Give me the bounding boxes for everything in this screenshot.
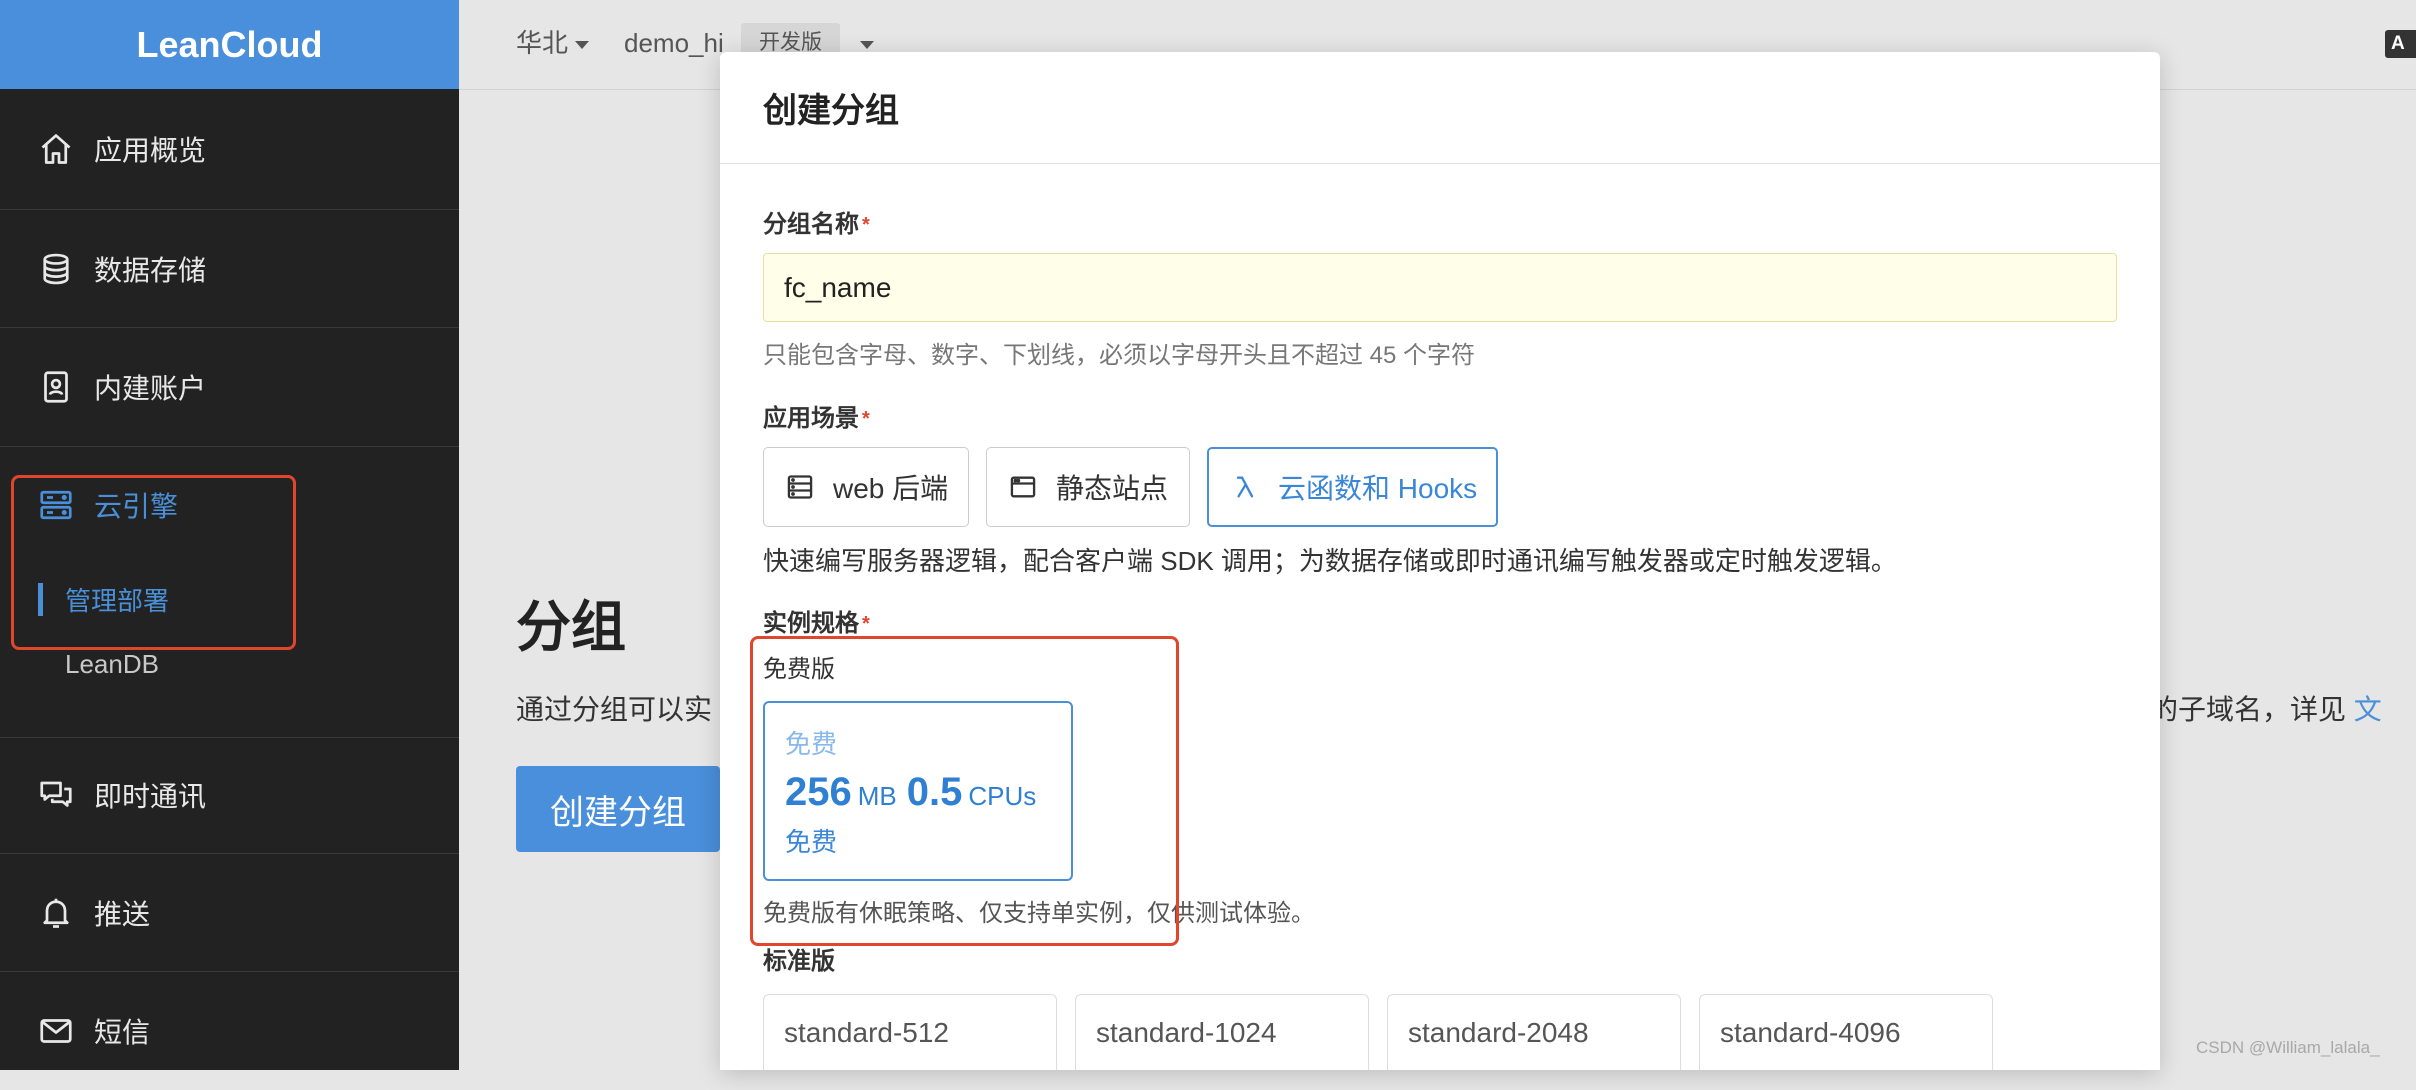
language-badge[interactable]: A bbox=[2385, 30, 2416, 58]
group-name-input[interactable] bbox=[763, 253, 2117, 322]
memory-value: 256 bbox=[785, 770, 852, 814]
standard-instance-card[interactable]: standard-1024 bbox=[1075, 994, 1369, 1070]
sidebar-item-sms[interactable]: 短信 bbox=[0, 972, 459, 1090]
home-icon bbox=[38, 131, 74, 167]
sidebar-item-label: 数据存储 bbox=[94, 254, 207, 286]
server-rack-icon bbox=[787, 475, 813, 499]
instance-name: 免费 bbox=[785, 729, 838, 759]
standard-instance-card[interactable]: standard-512 bbox=[763, 994, 1057, 1070]
sidebar-item-label: 内建账户 bbox=[94, 373, 207, 404]
required-mark: * bbox=[862, 408, 870, 430]
free-instance-card[interactable]: 免费 256 MB 0.5 CPUs 免费 bbox=[763, 701, 1073, 881]
sidebar: LeanCloud 应用概览 数据存储 内建账户 云引擎 管理部署 LeanDB bbox=[0, 0, 459, 1070]
chevron-down-icon[interactable] bbox=[575, 41, 589, 49]
contact-card-icon bbox=[38, 369, 74, 405]
option-label: 云函数和 Hooks bbox=[1278, 473, 1478, 504]
scenario-web-backend[interactable]: web 后端 bbox=[763, 447, 969, 527]
active-indicator bbox=[38, 583, 43, 616]
sidebar-item-accounts[interactable]: 内建账户 bbox=[0, 328, 459, 447]
sidebar-item-push[interactable]: 推送 bbox=[0, 854, 459, 972]
memory-unit: MB bbox=[857, 781, 897, 811]
dialog-body: 分组名称* 只能包含字母、数字、下划线，必须以字母开头且不超过 45 个字符 应… bbox=[720, 164, 2160, 1070]
scenario-description: 快速编写服务器逻辑，配合客户端 SDK 调用；为数据存储或即时通讯编写触发器或定… bbox=[763, 546, 1897, 576]
free-tier-heading: 免费版 bbox=[763, 656, 835, 683]
sidebar-group-engine: 云引擎 管理部署 LeanDB bbox=[0, 447, 459, 738]
scenario-options: web 后端 静态站点 云函数和 Hooks bbox=[763, 447, 2117, 527]
instance-spec: 256 MB 0.5 CPUs bbox=[785, 767, 1046, 826]
sidebar-item-label: 推送 bbox=[94, 898, 151, 930]
sidebar-item-label: 应用概览 bbox=[94, 135, 207, 166]
page-description: 通过分组可以实 bbox=[516, 694, 713, 725]
app-selector[interactable]: demo_hi bbox=[624, 27, 724, 59]
sidebar-item-storage[interactable]: 数据存储 bbox=[0, 210, 459, 328]
create-group-button[interactable]: 创建分组 bbox=[516, 766, 720, 852]
sidebar-subitem-deploy[interactable]: 管理部署 bbox=[65, 581, 169, 617]
database-icon bbox=[38, 251, 74, 287]
page-title: 分组 bbox=[516, 596, 627, 658]
dialog-title: 创建分组 bbox=[720, 52, 2160, 164]
bell-icon bbox=[38, 895, 74, 931]
logo[interactable]: LeanCloud bbox=[0, 0, 459, 89]
label-text: 分组名称 bbox=[763, 211, 859, 238]
browser-window-icon bbox=[1010, 476, 1036, 498]
sidebar-item-im[interactable]: 即时通讯 bbox=[0, 737, 459, 854]
group-name-label: 分组名称 * bbox=[763, 209, 2117, 241]
standard-instance-cards: standard-512 standard-1024 standard-2048… bbox=[763, 994, 2117, 1070]
watermark: CSDN @William_lalala_ bbox=[2196, 1038, 2380, 1057]
sidebar-item-label: 即时通讯 bbox=[94, 781, 207, 812]
chevron-down-icon[interactable] bbox=[860, 41, 874, 49]
sidebar-item-label: 短信 bbox=[94, 1017, 151, 1048]
sidebar-item-label: 云引擎 bbox=[94, 491, 179, 522]
mail-icon bbox=[38, 1013, 74, 1049]
cpu-value: 0.5 bbox=[906, 770, 963, 814]
free-tier-note: 免费版有休眠策略、仅支持单实例，仅供测试体验。 bbox=[763, 900, 1315, 927]
create-group-dialog: 创建分组 分组名称* 只能包含字母、数字、下划线，必须以字母开头且不超过 45 … bbox=[720, 52, 2160, 1070]
standard-instance-card[interactable]: standard-4096 bbox=[1699, 994, 1993, 1070]
sidebar-subitem-leandb[interactable]: LeanDB bbox=[65, 646, 159, 682]
option-label: 静态站点 bbox=[1056, 473, 1169, 504]
required-mark: * bbox=[862, 613, 870, 635]
page-description-text: 的子域名，详见 bbox=[2150, 694, 2354, 725]
scenario-static-site[interactable]: 静态站点 bbox=[986, 447, 1190, 527]
scenario-cloud-functions[interactable]: 云函数和 Hooks bbox=[1207, 447, 1498, 527]
required-mark: * bbox=[862, 214, 870, 236]
server-icon bbox=[38, 487, 74, 523]
standard-instance-card[interactable]: standard-2048 bbox=[1387, 994, 1681, 1070]
page-description-tail: 的子域名，详见 文 bbox=[2150, 692, 2382, 728]
label-text: 应用场景 bbox=[763, 405, 859, 432]
docs-link[interactable]: 文 bbox=[2354, 694, 2382, 725]
standard-tier-heading: 标准版 bbox=[763, 948, 835, 975]
sidebar-item-cloud-engine[interactable]: 云引擎 bbox=[38, 485, 178, 525]
chat-icon bbox=[38, 777, 74, 813]
group-name-help: 只能包含字母、数字、下划线，必须以字母开头且不超过 45 个字符 bbox=[763, 342, 1476, 369]
region-selector[interactable]: 华北 bbox=[516, 27, 568, 59]
sidebar-item-overview[interactable]: 应用概览 bbox=[0, 89, 459, 210]
lambda-icon bbox=[1236, 476, 1254, 498]
scenario-label: 应用场景 * bbox=[763, 403, 2117, 435]
label-text: 实例规格 bbox=[763, 610, 859, 637]
cpu-unit: CPUs bbox=[968, 781, 1037, 811]
instance-price: 免费 bbox=[785, 827, 838, 857]
instance-spec-label: 实例规格 * bbox=[763, 608, 2117, 640]
option-label: web 后端 bbox=[833, 473, 949, 504]
